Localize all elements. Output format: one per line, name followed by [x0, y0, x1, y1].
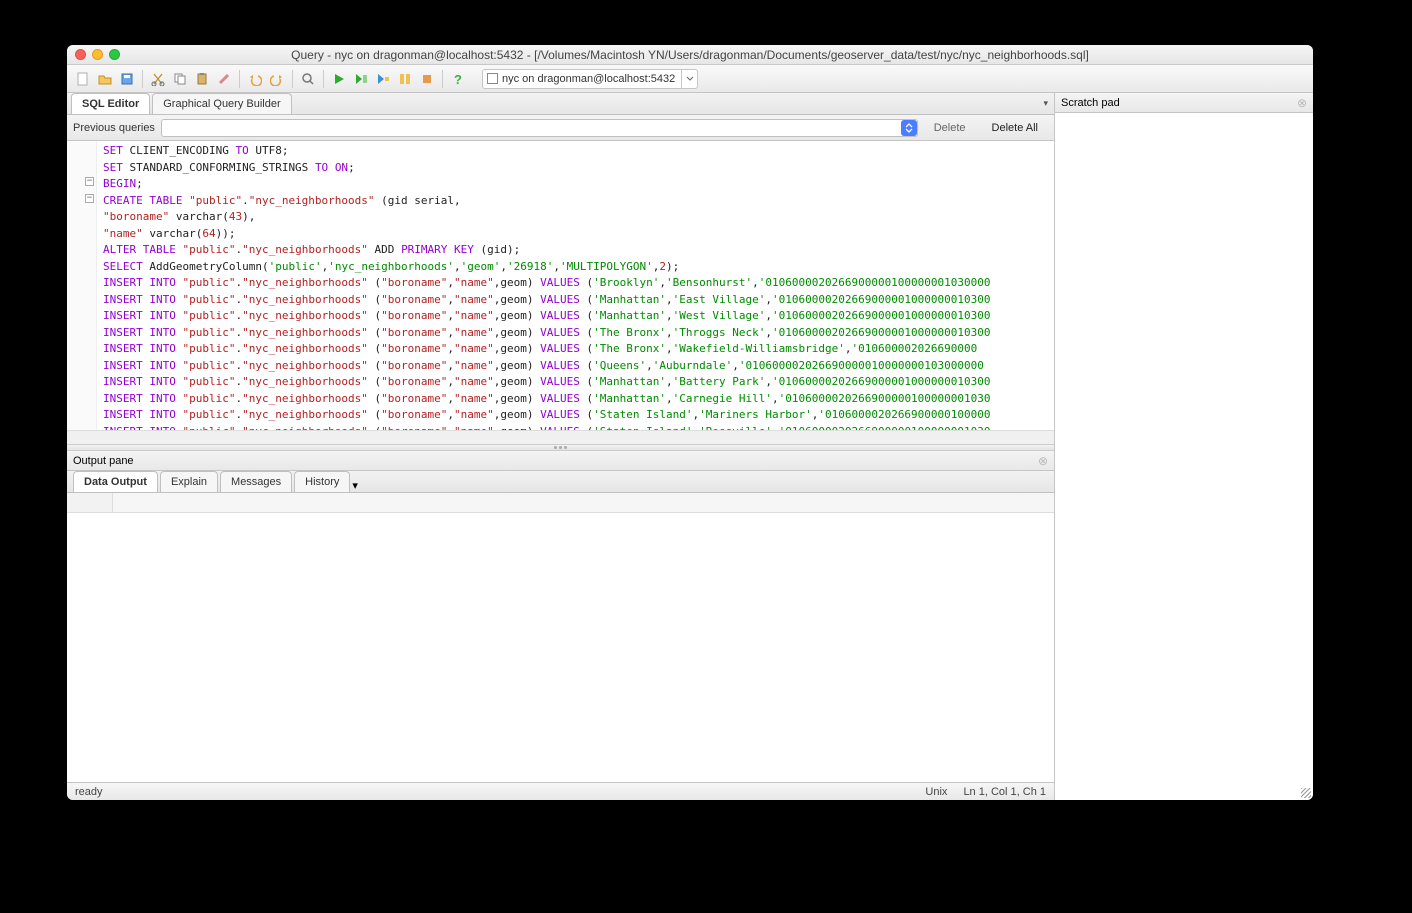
checkbox-icon[interactable] [487, 73, 498, 84]
query-window: Query - nyc on dragonman@localhost:5432 … [67, 45, 1313, 800]
explain-analyze-icon[interactable] [395, 69, 415, 89]
window-title: Query - nyc on dragonman@localhost:5432 … [67, 48, 1313, 62]
scratch-pad-body[interactable] [1055, 113, 1313, 800]
horizontal-scrollbar[interactable] [67, 430, 1054, 444]
chevron-down-icon[interactable] [681, 70, 697, 88]
output-pane-title: Output pane [73, 455, 134, 467]
tab-data-output[interactable]: Data Output [73, 471, 158, 492]
connection-label: nyc on dragonman@localhost:5432 [502, 73, 681, 85]
clear-icon[interactable] [214, 69, 234, 89]
delete-button[interactable]: Delete [924, 120, 976, 136]
close-icon[interactable]: ⊗ [1297, 96, 1307, 110]
close-window-icon[interactable] [75, 49, 86, 60]
output-grid[interactable] [67, 493, 1054, 782]
redo-icon[interactable] [267, 69, 287, 89]
copy-icon[interactable] [170, 69, 190, 89]
minimize-window-icon[interactable] [92, 49, 103, 60]
editor-gutter: − − [67, 141, 97, 430]
connection-combo[interactable]: nyc on dragonman@localhost:5432 [482, 69, 698, 89]
zoom-window-icon[interactable] [109, 49, 120, 60]
paste-icon[interactable] [192, 69, 212, 89]
scratch-pad-title: Scratch pad [1061, 97, 1120, 109]
sql-editor[interactable]: − − SET CLIENT_ENCODING TO UTF8; SET STA… [67, 141, 1054, 430]
status-cursor-position: Ln 1, Col 1, Ch 1 [963, 786, 1046, 798]
code-content[interactable]: SET CLIENT_ENCODING TO UTF8; SET STANDAR… [97, 141, 995, 430]
tab-explain[interactable]: Explain [160, 471, 218, 492]
grid-corner [67, 493, 113, 513]
pane-splitter[interactable] [67, 444, 1054, 451]
new-file-icon[interactable] [73, 69, 93, 89]
tab-sql-editor[interactable]: SQL Editor [71, 93, 150, 114]
grid-header-row [113, 493, 1054, 513]
output-tabs: Data Output Explain Messages History ▾ [67, 471, 1054, 493]
tab-messages[interactable]: Messages [220, 471, 292, 492]
close-icon[interactable]: ⊗ [1038, 454, 1048, 468]
tab-history[interactable]: History [294, 471, 350, 492]
tab-menu-icon[interactable]: ▾ [352, 479, 358, 492]
editor-tabs: SQL Editor Graphical Query Builder ▾ [67, 93, 1054, 115]
tab-menu-icon[interactable]: ▾ [1043, 98, 1048, 109]
execute-pgscript-icon[interactable] [351, 69, 371, 89]
titlebar[interactable]: Query - nyc on dragonman@localhost:5432 … [67, 45, 1313, 65]
svg-text:?: ? [454, 72, 462, 86]
find-icon[interactable] [298, 69, 318, 89]
explain-icon[interactable] [373, 69, 393, 89]
status-line-format: Unix [925, 786, 947, 798]
open-file-icon[interactable] [95, 69, 115, 89]
help-icon[interactable]: ? [448, 69, 468, 89]
undo-icon[interactable] [245, 69, 265, 89]
execute-icon[interactable] [329, 69, 349, 89]
delete-all-button[interactable]: Delete All [982, 120, 1048, 136]
toolbar: ? nyc on dragonman@localhost:5432 [67, 65, 1313, 93]
previous-queries-label: Previous queries [73, 122, 155, 134]
tab-graphical-query-builder[interactable]: Graphical Query Builder [152, 93, 291, 114]
fold-minus-icon[interactable]: − [85, 194, 94, 203]
cut-icon[interactable] [148, 69, 168, 89]
scratch-pad: Scratch pad ⊗ [1055, 93, 1313, 800]
stepper-icon[interactable] [901, 120, 917, 136]
resize-grip-icon[interactable] [1299, 786, 1311, 798]
output-pane-header: Output pane ⊗ [67, 451, 1054, 471]
status-text: ready [75, 786, 103, 798]
fold-minus-icon[interactable]: − [85, 177, 94, 186]
previous-queries-bar: Previous queries Delete Delete All [67, 115, 1054, 141]
status-bar: ready Unix Ln 1, Col 1, Ch 1 [67, 782, 1054, 800]
cancel-query-icon[interactable] [417, 69, 437, 89]
save-file-icon[interactable] [117, 69, 137, 89]
previous-queries-dropdown[interactable] [161, 119, 918, 137]
